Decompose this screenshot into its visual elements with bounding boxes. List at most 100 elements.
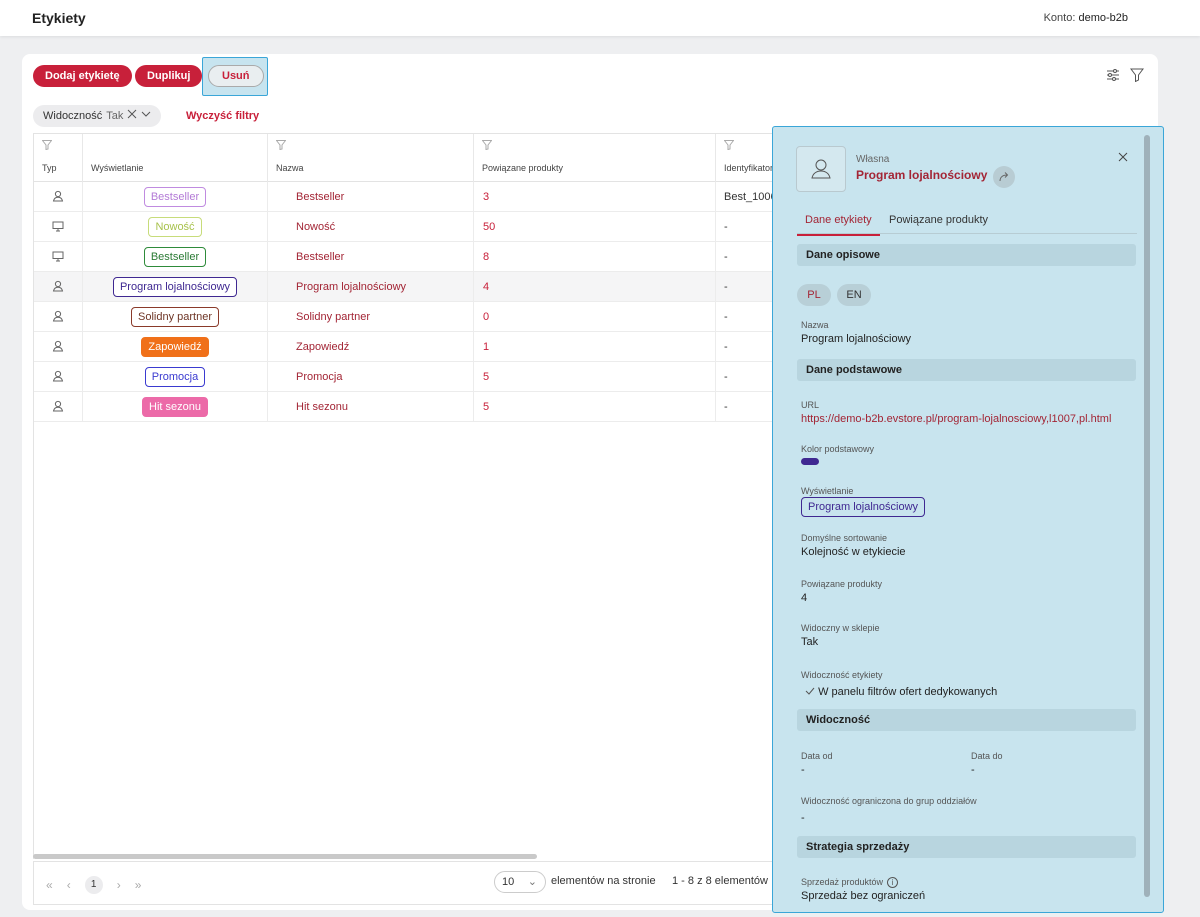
- display-label: Wyświetlanie: [801, 486, 854, 496]
- column-label: Wyświetlanie: [91, 163, 144, 173]
- column-filter-icon[interactable]: [481, 140, 493, 153]
- type-cell: [34, 332, 83, 362]
- user-icon: [52, 400, 64, 415]
- col-type[interactable]: Typ: [34, 134, 83, 182]
- label-tag: Bestseller: [143, 187, 207, 207]
- label-tag: Solidny partner: [131, 307, 219, 327]
- related-cell[interactable]: 8: [474, 242, 716, 272]
- visible-label: Widoczny w sklepie: [801, 623, 880, 633]
- date-to-value: -: [971, 764, 975, 776]
- last-page-icon[interactable]: »: [135, 878, 142, 892]
- name-value: Program lojalnościowy: [801, 333, 912, 345]
- display-cell: Bestseller: [83, 242, 268, 272]
- page-size-select[interactable]: 10 ⌄: [494, 871, 546, 893]
- account-info: Konto: demo-b2b: [1044, 12, 1128, 24]
- share-icon[interactable]: [993, 166, 1015, 188]
- visibility-tag-label: Widoczność etykiety: [801, 670, 883, 680]
- filter-chip-visibility[interactable]: Widoczność Tak: [33, 105, 162, 127]
- label-tag: Program lojalnościowy: [112, 277, 238, 297]
- name-cell[interactable]: Program lojalnościowy: [268, 272, 474, 302]
- check-icon: [805, 686, 818, 698]
- col-name[interactable]: Nazwa: [268, 134, 474, 182]
- clear-filters-link[interactable]: Wyczyść filtry: [186, 110, 259, 122]
- column-label: Typ: [42, 163, 57, 173]
- columns-settings-icon[interactable]: [1106, 68, 1120, 85]
- url-link[interactable]: https://demo-b2b.evstore.pl/program-loja…: [801, 413, 1111, 425]
- column-filter-icon[interactable]: [275, 140, 287, 153]
- related-cell[interactable]: 1: [474, 332, 716, 362]
- user-icon: [52, 310, 64, 325]
- name-cell[interactable]: Nowość: [268, 212, 474, 242]
- type-cell: [34, 272, 83, 302]
- page-title: Etykiety: [32, 10, 86, 26]
- chevron-down-icon[interactable]: [141, 105, 151, 127]
- name-cell[interactable]: Zapowiedź: [268, 332, 474, 362]
- first-page-icon[interactable]: «: [46, 878, 53, 892]
- related-cell[interactable]: 3: [474, 182, 716, 212]
- sort-label: Domyślne sortowanie: [801, 533, 888, 543]
- prev-page-icon[interactable]: ‹: [67, 878, 71, 892]
- label-tag: Promocja: [144, 367, 206, 387]
- visibility-tag-value: W panelu filtrów ofert dedykowanych: [818, 686, 998, 698]
- section-basic: Dane podstawowe: [797, 359, 1136, 381]
- sales-label-wrap: Sprzedaż produktów i: [801, 877, 899, 889]
- name-cell[interactable]: Solidny partner: [268, 302, 474, 332]
- related-cell[interactable]: 5: [474, 362, 716, 392]
- visibility-tag-item: W panelu filtrów ofert dedykowanych: [805, 686, 997, 698]
- pagination-controls: « ‹ 1 › »: [46, 876, 141, 894]
- display-cell: Nowość: [83, 212, 268, 242]
- account-value: demo-b2b: [1078, 12, 1128, 24]
- col-related[interactable]: Powiązane produkty: [474, 134, 716, 182]
- name-cell[interactable]: Hit sezonu: [268, 392, 474, 422]
- duplicate-button[interactable]: Duplikuj: [135, 65, 203, 87]
- lang-tab-pl[interactable]: PL: [797, 284, 831, 306]
- color-swatch: [801, 458, 819, 465]
- display-cell: Hit sezonu: [83, 392, 268, 422]
- horizontal-scrollbar[interactable]: [33, 854, 537, 859]
- column-filter-icon[interactable]: [41, 140, 53, 153]
- section-descriptive: Dane opisowe: [797, 244, 1136, 266]
- per-page-label: elementów na stronie: [551, 875, 656, 887]
- tab-divider: [797, 233, 1137, 234]
- label-type: Własna: [856, 154, 890, 165]
- lang-tab-en[interactable]: EN: [837, 284, 871, 306]
- label-tag: Hit sezonu: [142, 397, 208, 417]
- name-cell[interactable]: Promocja: [268, 362, 474, 392]
- user-icon: [52, 280, 64, 295]
- url-label: URL: [801, 400, 820, 410]
- chip-remove-icon[interactable]: [127, 105, 137, 127]
- groups-value: -: [801, 812, 805, 824]
- display-cell: Promocja: [83, 362, 268, 392]
- related-cell[interactable]: 0: [474, 302, 716, 332]
- filter-icon[interactable]: [1130, 68, 1144, 85]
- display-tag: Program lojalnościowy: [801, 497, 926, 517]
- close-icon[interactable]: [1118, 150, 1128, 165]
- top-icons: [1106, 68, 1144, 85]
- next-page-icon[interactable]: ›: [117, 878, 121, 892]
- panel-scrollbar[interactable]: [1144, 135, 1150, 897]
- sales-value: Sprzedaż bez ograniczeń: [801, 890, 926, 902]
- type-cell: [34, 302, 83, 332]
- display-cell: Zapowiedź: [83, 332, 268, 362]
- user-icon: [52, 340, 64, 355]
- col-display[interactable]: Wyświetlanie: [83, 134, 268, 182]
- label-tag: Bestseller: [143, 247, 207, 267]
- info-icon[interactable]: i: [887, 877, 899, 889]
- related-cell[interactable]: 50: [474, 212, 716, 242]
- name-cell[interactable]: Bestseller: [268, 182, 474, 212]
- date-to-label: Data do: [971, 751, 1003, 761]
- user-icon: [796, 146, 846, 192]
- related-cell[interactable]: 5: [474, 392, 716, 422]
- delete-button[interactable]: Usuń: [208, 65, 264, 87]
- monitor-icon: [52, 220, 64, 235]
- column-filter-icon[interactable]: [723, 140, 735, 153]
- add-label-button[interactable]: Dodaj etykietę: [33, 65, 132, 87]
- related-cell[interactable]: 4: [474, 272, 716, 302]
- name-cell[interactable]: Bestseller: [268, 242, 474, 272]
- column-label: Nazwa: [276, 163, 304, 173]
- top-bar: Etykiety Konto: demo-b2b: [0, 0, 1200, 36]
- tab-related-products[interactable]: Powiązane produkty: [889, 214, 988, 226]
- type-cell: [34, 212, 83, 242]
- type-cell: [34, 362, 83, 392]
- page-number[interactable]: 1: [84, 876, 103, 894]
